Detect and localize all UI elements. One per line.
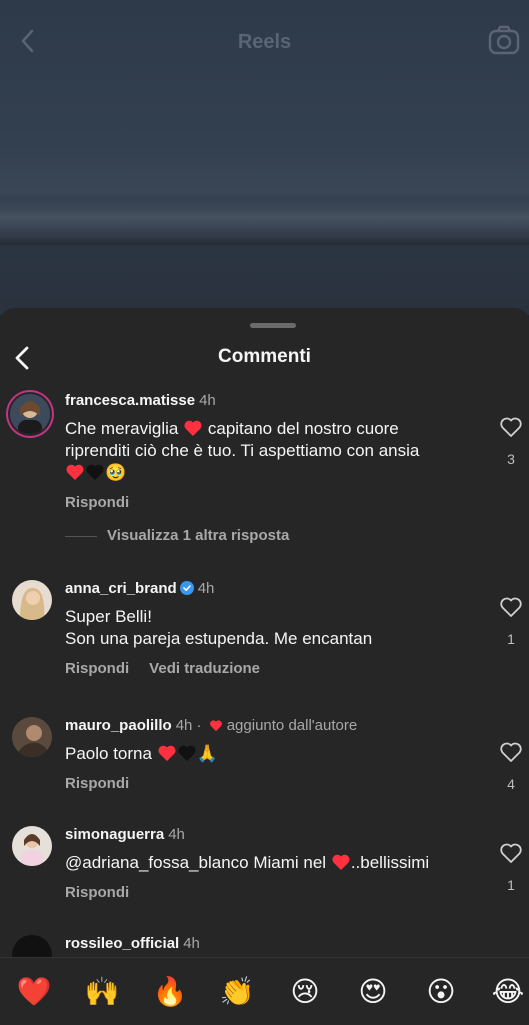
comment-text: Super Belli! Son una pareja estupenda. M… <box>65 606 479 650</box>
comment-username[interactable]: rossileo_official <box>65 935 179 952</box>
reaction-laughing[interactable]: 😂 <box>488 976 528 1008</box>
comment-text-part: capitano del nostro cuore <box>207 419 399 438</box>
folded-hands-emoji: 🙏 <box>196 744 218 764</box>
view-more-replies-label: Visualizza 1 altra risposta <box>107 527 290 544</box>
like-count: 1 <box>507 631 515 647</box>
comment-text: @adriana_fossa_blanco Miami nel ..bellis… <box>65 852 479 874</box>
comment-text-part: Che meraviglia <box>65 419 179 438</box>
comment-body: simonaguerra 4h @adriana_fossa_blanco Mia… <box>65 826 479 901</box>
author-separator: · <box>192 717 206 734</box>
like-count: 3 <box>507 451 515 467</box>
comment-actions: Rispondi <box>65 775 479 792</box>
heart-outline-icon[interactable] <box>499 416 523 438</box>
reels-top-bar: Reels <box>0 22 529 62</box>
reply-button[interactable]: Rispondi <box>65 660 129 677</box>
verified-badge-icon <box>179 581 194 595</box>
heart-outline-icon[interactable] <box>499 741 523 763</box>
reaction-fire[interactable]: 🔥 <box>150 976 190 1008</box>
comment-header: mauro_paolillo 4h · aggiunto dall'autore <box>65 717 479 735</box>
avatar[interactable] <box>12 580 52 620</box>
comments-header: Commenti <box>0 336 529 380</box>
like-column: 1 <box>499 596 523 647</box>
red-heart-emoji-icon <box>66 464 84 480</box>
comment-time: 4h <box>168 826 185 843</box>
red-heart-emoji-icon <box>332 854 350 870</box>
reply-line-divider <box>65 535 97 537</box>
comment-time: 4h <box>199 392 216 409</box>
comment-body: mauro_paolillo 4h · aggiunto dall'autore … <box>65 717 479 792</box>
red-heart-emoji-icon <box>158 745 176 761</box>
see-translation-button[interactable]: Vedi traduzione <box>149 660 260 677</box>
reaction-clapping[interactable]: 👏 <box>217 976 257 1008</box>
quick-reactions-bar: ❤️ 🙌 🔥 👏 😢 😍 😮 😂 <box>0 957 529 1025</box>
like-column: 4 <box>499 741 523 792</box>
comment-header: anna_cri_brand 4h <box>65 580 479 598</box>
avatar[interactable] <box>12 717 52 757</box>
comment-text-part: Son una pareja estupenda. Me encantan <box>65 629 373 648</box>
comment-body: rossileo_official 4h <box>65 935 479 953</box>
like-count: 1 <box>507 877 515 893</box>
comment-text-part: Super Belli! <box>65 607 152 626</box>
comment-username[interactable]: simonaguerra <box>65 826 164 843</box>
reaction-raising-hands[interactable]: 🙌 <box>82 976 122 1008</box>
comment-header: francesca.matisse 4h <box>65 392 479 410</box>
reaction-heart-eyes[interactable]: 😍 <box>353 976 393 1008</box>
comment-username[interactable]: mauro_paolillo <box>65 717 172 734</box>
reaction-crying[interactable]: 😢 <box>285 976 325 1008</box>
black-heart-emoji-icon <box>178 745 196 761</box>
comment-username[interactable]: anna_cri_brand <box>65 580 177 597</box>
camera-icon[interactable] <box>487 24 521 56</box>
avatar[interactable] <box>12 826 52 866</box>
black-heart-emoji-icon <box>86 464 104 480</box>
comment-text: Che meraviglia capitano del nostro cuore… <box>65 418 479 484</box>
like-column: 1 <box>499 842 523 893</box>
comment-text: Paolo torna 🙏 <box>65 743 479 765</box>
comment-text-part: ..bellissimi <box>350 853 430 872</box>
author-heart-icon <box>209 720 222 732</box>
avatar[interactable] <box>10 394 50 434</box>
comment-body: francesca.matisse 4h Che meraviglia capit… <box>65 392 479 511</box>
page-title: Reels <box>237 31 292 53</box>
drag-handle[interactable] <box>250 323 296 328</box>
reply-button[interactable]: Rispondi <box>65 775 129 792</box>
like-count: 4 <box>507 776 515 792</box>
red-heart-emoji-icon <box>184 420 202 436</box>
comment-username[interactable]: francesca.matisse <box>65 392 195 409</box>
comment-actions: Rispondi <box>65 884 479 901</box>
comment-time: 4h <box>183 935 200 952</box>
video-sea <box>0 245 529 315</box>
comment-text-part: riprenditi ciò che è tuo. Ti aspettiamo … <box>65 441 420 460</box>
heart-outline-icon[interactable] <box>499 596 523 618</box>
reply-button[interactable]: Rispondi <box>65 884 129 901</box>
reaction-surprised[interactable]: 😮 <box>421 976 461 1008</box>
like-column: 3 <box>499 416 523 467</box>
comments-sheet: Commenti francesca.matisse 4h Che meravig… <box>0 308 529 1024</box>
comment-body: anna_cri_brand 4h Super Belli! Son una pa… <box>65 580 479 677</box>
comment-actions: Rispondi <box>65 494 479 511</box>
comment-time: 4h <box>175 717 193 734</box>
view-more-replies[interactable]: Visualizza 1 altra risposta <box>65 527 289 544</box>
comment-actions: Rispondi Vedi traduzione <box>65 660 479 677</box>
comment-header: rossileo_official 4h <box>65 935 479 953</box>
comment-text-part: @adriana_fossa_blanco Miami nel <box>65 853 327 872</box>
comment-header: simonaguerra 4h <box>65 826 479 844</box>
comment-time: 4h <box>197 580 215 597</box>
reaction-heart[interactable]: ❤️ <box>14 976 54 1008</box>
comment-text-part: Paolo torna <box>65 744 152 763</box>
reply-button[interactable]: Rispondi <box>65 494 129 511</box>
pleading-face-emoji: 🥹 <box>105 463 127 483</box>
author-liked-label: aggiunto dall'autore <box>226 717 358 734</box>
video-clouds <box>0 198 529 246</box>
heart-outline-icon[interactable] <box>499 842 523 864</box>
comments-title: Commenti <box>218 346 311 367</box>
